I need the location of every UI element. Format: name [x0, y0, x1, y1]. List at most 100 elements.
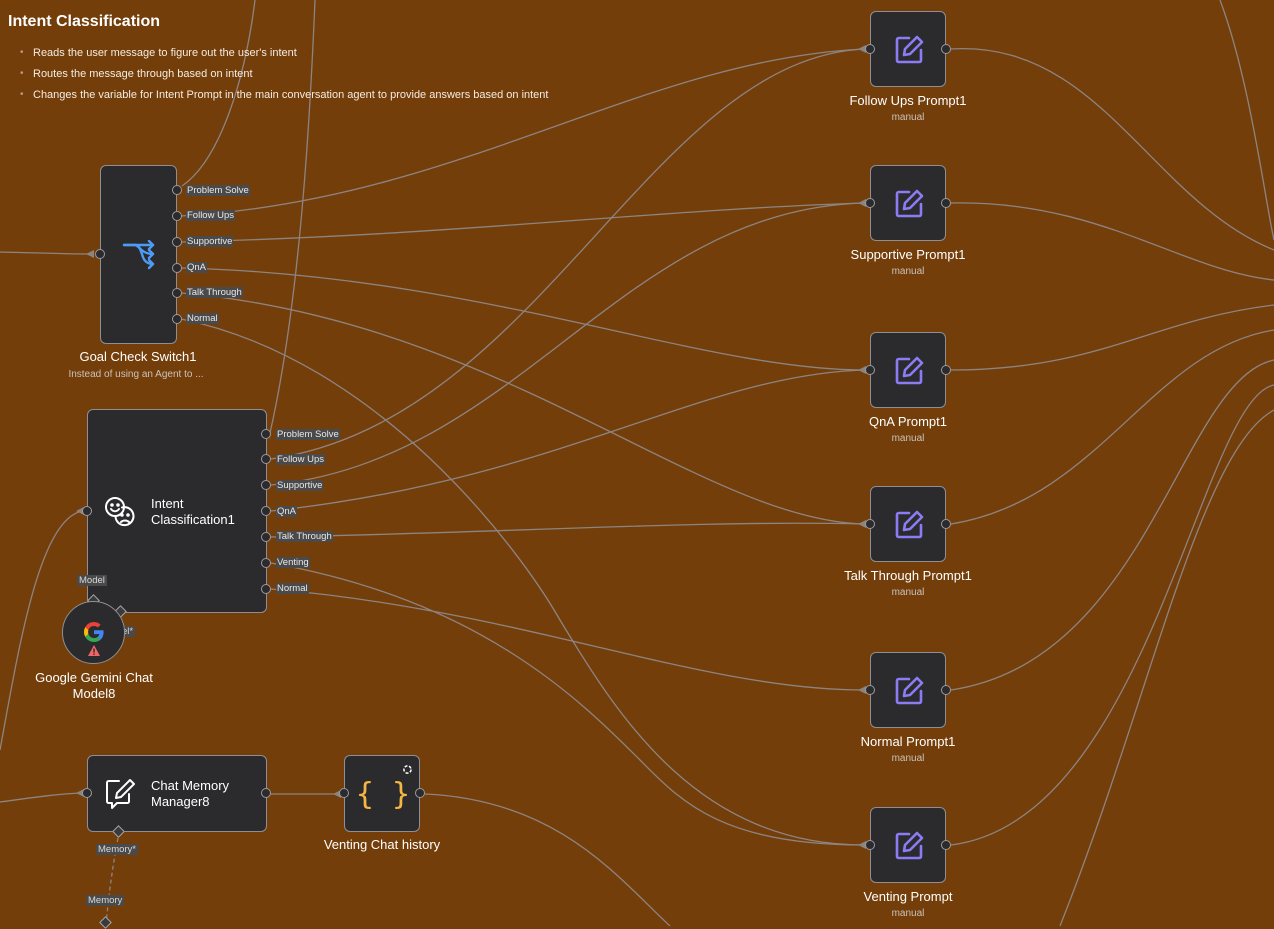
sticky-bullet: Reads the user message to figure out the… — [20, 44, 548, 65]
classifier-input-port[interactable] — [82, 506, 92, 516]
switch-output-port[interactable] — [172, 314, 182, 324]
prompt-node-name: Follow Ups Prompt1 — [849, 93, 967, 108]
chat-memory-node[interactable]: Chat Memory Manager8 — [87, 755, 267, 832]
switch-output-port[interactable] — [172, 263, 182, 273]
gemini-node-name-line2: Model8 — [72, 686, 116, 701]
prompt-node[interactable] — [870, 652, 946, 728]
curly-braces-icon: { } — [355, 776, 411, 812]
memory-label: Memory — [86, 895, 125, 906]
prompt-output-port[interactable] — [941, 44, 951, 54]
prompt-node-name: Talk Through Prompt1 — [844, 568, 972, 583]
edit-icon — [891, 353, 927, 389]
chat-edit-icon — [102, 776, 138, 812]
intent-classifier-name-line2: Classification1 — [151, 512, 235, 527]
warning-triangle-icon — [88, 644, 100, 656]
classifier-output-label: QnA — [276, 506, 298, 517]
prompt-input-port[interactable] — [865, 44, 875, 54]
prompt-output-port[interactable] — [941, 198, 951, 208]
sticky-bullets: Reads the user message to figure out the… — [20, 44, 548, 107]
classifier-output-port[interactable] — [261, 429, 271, 439]
refresh-badge-icon — [401, 763, 413, 775]
prompt-input-port[interactable] — [865, 840, 875, 850]
prompt-node-sub: manual — [891, 433, 925, 444]
edit-icon — [891, 673, 927, 709]
code-input-port[interactable] — [339, 788, 349, 798]
prompt-node-sub: manual — [891, 753, 925, 764]
prompt-node-sub: manual — [891, 266, 925, 277]
prompt-input-port[interactable] — [865, 198, 875, 208]
model-connection-label: Model — [77, 575, 107, 586]
prompt-output-port[interactable] — [941, 685, 951, 695]
classifier-output-label: Follow Ups — [276, 454, 325, 465]
switch-output-label: Problem Solve — [186, 185, 250, 196]
edit-icon — [891, 507, 927, 543]
prompt-node-name: Venting Prompt — [863, 889, 953, 904]
chat-memory-name-line1: Chat Memory — [151, 778, 230, 793]
prompt-node-name: QnA Prompt1 — [868, 414, 948, 429]
prompt-node-sub: manual — [891, 112, 925, 123]
prompt-node-name: Normal Prompt1 — [860, 734, 956, 749]
switch-output-port[interactable] — [172, 211, 182, 221]
prompt-node[interactable] — [870, 332, 946, 408]
prompt-output-port[interactable] — [941, 365, 951, 375]
edit-icon — [891, 828, 927, 864]
classifier-output-port[interactable] — [261, 454, 271, 464]
sticky-bullet: Routes the message through based on inte… — [20, 65, 548, 86]
prompt-node-sub: manual — [891, 587, 925, 598]
classifier-output-label: Normal — [276, 583, 309, 594]
classifier-output-port[interactable] — [261, 584, 271, 594]
gemini-model-node[interactable] — [62, 601, 125, 664]
switch-node[interactable] — [100, 165, 177, 344]
venting-code-node[interactable]: { } — [344, 755, 420, 832]
switch-output-port[interactable] — [172, 288, 182, 298]
prompt-input-port[interactable] — [865, 685, 875, 695]
classifier-output-label: Venting — [276, 557, 310, 568]
classifier-output-port[interactable] — [261, 480, 271, 490]
code-output-port[interactable] — [415, 788, 425, 798]
prompt-node[interactable] — [870, 11, 946, 87]
prompt-node[interactable] — [870, 807, 946, 883]
switch-node-note: Instead of using an Agent to ... — [68, 369, 204, 380]
edit-icon — [891, 186, 927, 222]
intent-classifier-name: Intent Classification1 — [151, 496, 235, 528]
sticky-bullet: Changes the variable for Intent Prompt i… — [20, 86, 548, 107]
gemini-node-name: Google Gemini Chat Model8 — [14, 670, 174, 702]
gemini-node-name-line1: Google Gemini Chat — [35, 670, 153, 685]
chat-memory-name: Chat Memory Manager8 — [151, 778, 229, 810]
prompt-input-port[interactable] — [865, 365, 875, 375]
memory-required-label: Memory* — [96, 844, 139, 855]
prompt-input-port[interactable] — [865, 519, 875, 529]
switch-output-label: Follow Ups — [186, 210, 235, 221]
sticky-title: Intent Classification — [8, 13, 161, 30]
switch-node-name: Goal Check Switch1 — [79, 349, 197, 364]
classifier-output-label: Talk Through — [276, 531, 333, 542]
switch-output-port[interactable] — [172, 185, 182, 195]
switch-output-label: Normal — [186, 313, 219, 324]
memory-output-port[interactable] — [261, 788, 271, 798]
classifier-output-port[interactable] — [261, 506, 271, 516]
google-logo-icon — [82, 620, 106, 644]
switch-output-label: Talk Through — [186, 287, 243, 298]
prompt-node[interactable] — [870, 165, 946, 241]
intent-classifier-node[interactable]: Intent Classification1 — [87, 409, 267, 613]
intent-classifier-name-line1: Intent — [151, 496, 184, 511]
switch-output-port[interactable] — [172, 237, 182, 247]
prompt-node-sub: manual — [891, 908, 925, 919]
switch-route-icon — [119, 238, 159, 274]
prompt-output-port[interactable] — [941, 519, 951, 529]
switch-input-port[interactable] — [95, 249, 105, 259]
intent-faces-icon — [102, 494, 138, 530]
prompt-node-name: Supportive Prompt1 — [850, 247, 966, 262]
classifier-output-label: Problem Solve — [276, 429, 340, 440]
switch-output-label: Supportive — [186, 236, 234, 247]
classifier-output-port[interactable] — [261, 532, 271, 542]
code-node-name: Venting Chat history — [323, 837, 441, 852]
classifier-output-port[interactable] — [261, 558, 271, 568]
classifier-output-label: Supportive — [276, 480, 324, 491]
prompt-output-port[interactable] — [941, 840, 951, 850]
switch-output-label: QnA — [186, 262, 208, 273]
memory-sub-connector[interactable] — [99, 916, 112, 929]
prompt-node[interactable] — [870, 486, 946, 562]
chat-memory-name-line2: Manager8 — [151, 794, 210, 809]
memory-input-port[interactable] — [82, 788, 92, 798]
